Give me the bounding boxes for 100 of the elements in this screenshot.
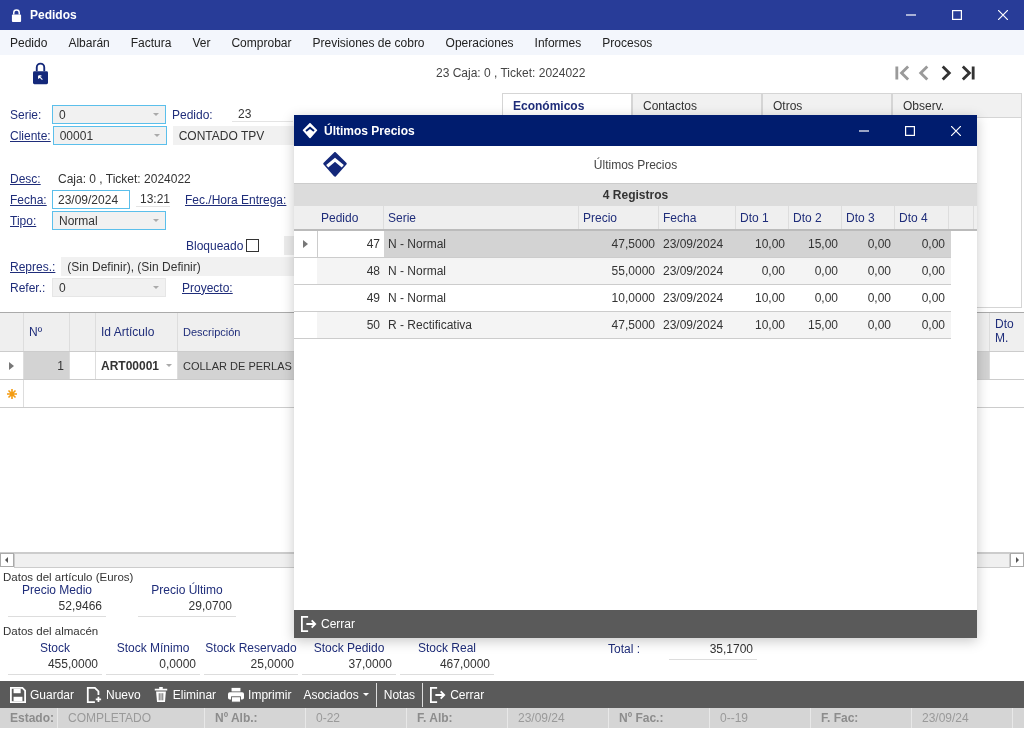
refer-combo[interactable]: 0 <box>52 278 166 297</box>
exit-icon <box>301 616 317 632</box>
section-title: Datos del almacén <box>2 625 99 637</box>
menu-item[interactable]: Previsiones de cobro <box>312 35 425 50</box>
stat-label: Stock Real <box>417 641 477 655</box>
last-record-icon[interactable] <box>960 63 976 82</box>
column-header[interactable]: Dto 2 <box>789 206 842 229</box>
section-title: Datos del artículo (Euros) <box>2 571 134 583</box>
column-header[interactable]: Dto 3 <box>842 206 895 229</box>
new-button[interactable]: Nuevo <box>81 682 146 707</box>
stat-value: 37,0000 <box>302 655 396 675</box>
stat-value: 29,0700 <box>138 597 236 617</box>
delivery-link[interactable]: Fec./Hora Entrega: <box>185 192 287 207</box>
table-cell-text: R - Rectificativa <box>387 317 474 334</box>
record-count: 4 Registros <box>602 188 669 202</box>
associated-dropdown[interactable]: Asociados <box>298 682 374 707</box>
table-cell-text: 49 <box>365 290 381 307</box>
maximize-icon[interactable] <box>952 10 962 20</box>
status-label: Nº Alb.: <box>205 708 306 728</box>
table-cell: 1 <box>24 352 70 379</box>
table-cell-text: 10,0000 <box>610 290 656 307</box>
type-link[interactable]: Tipo: <box>10 213 50 228</box>
desc-field[interactable]: Caja: 0 , Ticket: 2024022 <box>58 171 191 186</box>
table-cell-text: 15,00 <box>806 236 839 253</box>
project-link[interactable]: Proyecto: <box>182 280 233 295</box>
table-cell-text: 50 <box>365 317 381 334</box>
status-value: COMPLETADO <box>58 708 205 728</box>
table-cell-text: 47,5000 <box>610 236 656 253</box>
stat-label: Precio Medio <box>21 583 93 597</box>
table-cell-text: N - Normal <box>387 290 447 307</box>
print-button[interactable]: Imprimir <box>223 682 297 707</box>
menu-item[interactable]: Albarán <box>68 35 110 50</box>
save-button[interactable]: Guardar <box>5 682 80 707</box>
checkbox-label: Bloqueado <box>186 238 244 253</box>
menu-item[interactable]: Informes <box>534 35 582 50</box>
logo-icon <box>302 122 318 139</box>
table-cell-text: 55,0000 <box>610 263 656 280</box>
blocked-checkbox[interactable] <box>246 239 260 252</box>
table-row[interactable]: 47 N - Normal 47,5000 23/09/2024 10,00 15,00 0,00 0,00 <box>294 231 951 258</box>
column-header[interactable]: Dto 4 <box>895 206 949 229</box>
table-cell-text: 0,00 <box>866 263 892 280</box>
notes-button[interactable]: Notas <box>378 682 421 707</box>
stat-label: Stock Pedido <box>312 641 386 655</box>
close-icon[interactable] <box>998 10 1008 20</box>
type-combo[interactable]: Normal <box>52 211 166 230</box>
table-cell-text: 10,00 <box>753 290 786 307</box>
column-header[interactable]: Nº <box>24 313 70 351</box>
close-icon[interactable] <box>951 125 961 136</box>
menu-item[interactable]: Pedido <box>10 35 48 50</box>
menu-item[interactable]: Comprobar <box>231 35 292 50</box>
table-row[interactable]: 48 N - Normal 55,0000 23/09/2024 0,00 0,00 0,00 0,00 <box>294 258 951 285</box>
status-label: Nº Fac.: <box>609 708 710 728</box>
table-cell-text: 10,00 <box>753 317 786 334</box>
table-row[interactable]: 50 R - Rectificativa 47,5000 23/09/2024 10,00 15,00 0,00 0,00 <box>294 312 951 339</box>
stat-value: 455,0000 <box>8 655 102 675</box>
stat-label: Stock <box>39 641 71 655</box>
time-field[interactable]: 13:21 <box>136 192 170 207</box>
table-cell-text: 23/09/2024 <box>662 263 725 280</box>
trash-icon <box>152 686 169 703</box>
date-link[interactable]: Fecha: <box>10 192 50 207</box>
lock-icon[interactable] <box>33 60 48 85</box>
table-cell-text: N - Normal <box>387 236 447 253</box>
column-header[interactable]: Dto 1 <box>736 206 789 229</box>
table-cell-text: 0,00 <box>813 290 839 307</box>
desc-link[interactable]: Desc: <box>10 171 50 186</box>
lock-icon <box>11 8 22 22</box>
scroll-right-icon[interactable] <box>1010 553 1024 567</box>
stat-value: 52,9466 <box>8 597 106 617</box>
delete-button[interactable]: Eliminar <box>147 682 222 707</box>
client-combo[interactable]: 00001 <box>52 126 167 145</box>
table-cell-text: 0,00 <box>920 317 946 334</box>
close-button[interactable]: Cerrar <box>425 682 490 707</box>
column-header[interactable]: Serie <box>384 206 579 229</box>
menu-item[interactable]: Procesos <box>602 35 653 50</box>
date-field[interactable]: 23/09/2024 <box>52 190 130 209</box>
table-cell-text: 0,00 <box>866 317 892 334</box>
table-cell-text: 0,00 <box>920 263 946 280</box>
scroll-left-icon[interactable] <box>0 553 14 567</box>
field-label: Pedido: <box>172 107 214 122</box>
column-header[interactable]: Fecha <box>659 206 736 229</box>
column-header[interactable]: Precio <box>579 206 659 229</box>
repres-link[interactable]: Repres.: <box>10 259 56 274</box>
maximize-icon[interactable] <box>905 125 915 136</box>
column-header[interactable]: Id Artículo <box>96 313 178 351</box>
status-value: 23/09/24 <box>508 708 609 728</box>
table-cell-text: 0,00 <box>866 290 892 307</box>
status-value: 0--19 <box>710 708 811 728</box>
menu-item[interactable]: Operaciones <box>445 35 514 50</box>
client-link[interactable]: Cliente: <box>10 128 51 143</box>
column-header[interactable]: Pedido <box>317 206 384 229</box>
column-header[interactable]: Dto M. <box>990 313 1024 351</box>
menu-item[interactable]: Ver <box>192 35 211 50</box>
table-cell-text: 47,5000 <box>610 317 656 334</box>
record-caption: 23 Caja: 0 , Ticket: 2024022 <box>436 65 586 80</box>
pedido-field[interactable]: 23 <box>232 107 293 122</box>
dialog-title: Últimos Precios <box>324 123 415 138</box>
close-button[interactable]: Cerrar <box>296 611 360 637</box>
menu-item[interactable]: Factura <box>130 35 172 50</box>
serie-combo[interactable]: 0 <box>52 105 166 124</box>
stat-value: 0,0000 <box>106 655 200 675</box>
